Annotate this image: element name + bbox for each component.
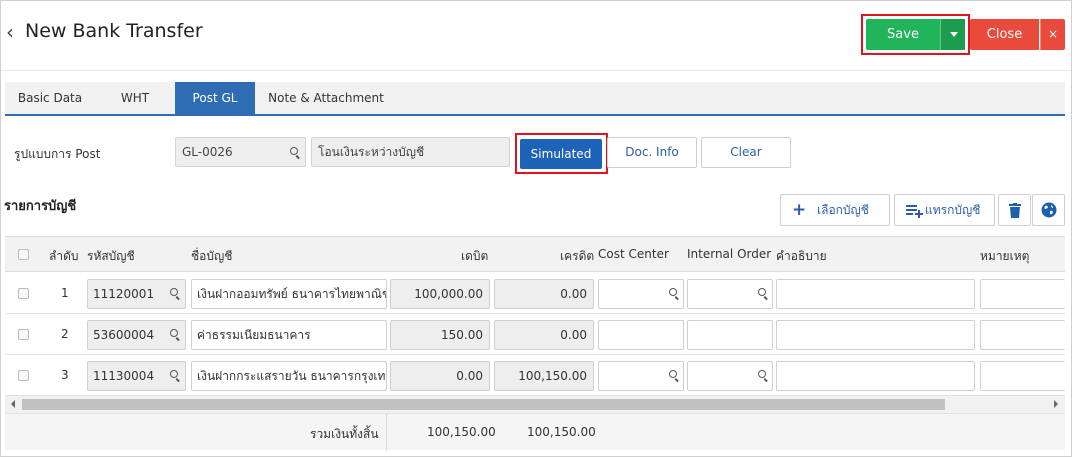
row-checkbox[interactable] — [18, 329, 29, 340]
row-checkbox[interactable] — [18, 370, 29, 381]
row-seq: 2 — [61, 327, 69, 341]
scroll-right-icon[interactable] — [1054, 400, 1058, 408]
horizontal-scrollbar[interactable] — [5, 396, 1065, 413]
remark-input[interactable] — [980, 320, 1065, 350]
close-icon[interactable]: × — [1040, 19, 1065, 50]
table-row: 1 11120001 เงินฝากออมทรัพย์ ธนาคารไทยพาณ… — [5, 273, 1065, 314]
remark-input[interactable] — [980, 361, 1065, 391]
select-account-button[interactable]: + เลือกบัญชี — [780, 194, 890, 226]
account-code-input[interactable]: 11130004 — [87, 361, 186, 391]
post-code-value: GL-0026 — [182, 145, 233, 159]
account-name-field: ค่าธรรมเนียมธนาคาร — [191, 320, 387, 350]
account-name-field: เงินฝากกระแสรายวัน ธนาคารกรุงเทพ — [191, 361, 387, 391]
col-description: คำอธิบาย — [776, 249, 827, 263]
tab-post-gl[interactable]: Post GL — [175, 82, 255, 114]
col-code: รหัสบัญชี — [87, 249, 135, 263]
remark-input[interactable] — [980, 279, 1065, 309]
insert-account-label: แทรกบัญชี — [925, 203, 981, 217]
globe-icon — [1041, 202, 1057, 218]
save-button[interactable]: Save — [866, 19, 940, 50]
internal-order-input[interactable] — [687, 320, 773, 350]
col-cost-center: Cost Center — [598, 247, 669, 261]
account-code-input[interactable]: 53600004 — [87, 320, 186, 350]
post-code-input[interactable]: GL-0026 — [175, 137, 306, 167]
account-code-value: 53600004 — [93, 328, 155, 342]
col-internal-order: Internal Order — [687, 247, 772, 261]
close-button[interactable]: Close — [970, 19, 1039, 50]
description-input[interactable] — [776, 320, 975, 350]
col-seq: ลำดับ — [49, 249, 79, 263]
col-credit: เครดิต — [560, 249, 595, 263]
account-name-field: เงินฝากออมทรัพย์ ธนาคารไทยพาณิชย์ — [191, 279, 387, 309]
cost-center-input[interactable] — [598, 361, 684, 391]
clear-button[interactable]: Clear — [701, 137, 791, 168]
debit-field: 150.00 — [390, 320, 490, 350]
total-debit: 100,150.00 — [427, 425, 496, 439]
debit-field: 0.00 — [390, 361, 490, 391]
search-icon[interactable] — [170, 329, 182, 341]
search-icon[interactable] — [170, 288, 182, 300]
trash-icon — [1009, 203, 1021, 218]
tab-note-attachment[interactable]: Note & Attachment — [255, 82, 397, 114]
totals-label: รวมเงินทั้งสิ้น — [310, 427, 379, 441]
internal-order-input[interactable] — [687, 361, 773, 391]
credit-field: 0.00 — [494, 279, 594, 309]
cost-center-input[interactable] — [598, 279, 684, 309]
save-dropdown-button[interactable] — [940, 19, 965, 50]
back-arrow-icon[interactable]: ‹ — [6, 22, 20, 42]
cost-center-input[interactable] — [598, 320, 684, 350]
header-divider — [1, 70, 1071, 71]
select-account-label: เลือกบัญชี — [817, 203, 869, 217]
row-checkbox[interactable] — [18, 288, 29, 299]
search-icon[interactable] — [669, 370, 681, 382]
post-name-value: โอนเงินระหว่างบัญชี — [318, 145, 425, 159]
credit-field: 0.00 — [494, 320, 594, 350]
account-code-input[interactable]: 11120001 — [87, 279, 186, 309]
search-icon[interactable] — [170, 370, 182, 382]
simulated-button[interactable]: Simulated — [520, 139, 602, 169]
description-input[interactable] — [776, 279, 975, 309]
tab-wht[interactable]: WHT — [101, 82, 169, 114]
total-credit: 100,150.00 — [527, 425, 596, 439]
col-debit: เดบิต — [461, 249, 489, 263]
description-input[interactable] — [776, 361, 975, 391]
tab-bar: Basic Data WHT Post GL Note & Attachment — [5, 82, 1065, 116]
row-seq: 3 — [61, 368, 69, 382]
internal-order-input[interactable] — [687, 279, 773, 309]
section-title: รายการบัญชี — [4, 199, 77, 214]
search-icon[interactable] — [290, 147, 302, 159]
delete-button[interactable] — [998, 194, 1031, 226]
insert-account-button[interactable]: แทรกบัญชี — [894, 194, 995, 226]
account-code-value: 11130004 — [93, 369, 155, 383]
post-name-input: โอนเงินระหว่างบัญชี — [311, 137, 510, 167]
table-header: ลำดับ รหัสบัญชี ชื่อบัญชี เดบิต เครดิต C… — [5, 236, 1065, 272]
tab-basic-data[interactable]: Basic Data — [5, 82, 95, 114]
scroll-left-icon[interactable] — [11, 400, 15, 408]
debit-field: 100,000.00 — [390, 279, 490, 309]
credit-field: 100,150.00 — [494, 361, 594, 391]
search-icon[interactable] — [758, 370, 770, 382]
page-title: New Bank Transfer — [25, 20, 203, 42]
row-seq: 1 — [61, 286, 69, 300]
scrollbar-thumb[interactable] — [22, 399, 945, 410]
totals-row: รวมเงินทั้งสิ้น 100,150.00 100,150.00 — [5, 413, 1065, 451]
plus-icon: + — [792, 200, 807, 220]
totals-divider — [386, 414, 387, 451]
select-all-checkbox[interactable] — [18, 249, 29, 260]
insert-list-icon — [906, 205, 923, 218]
col-name: ชื่อบัญชี — [191, 249, 233, 263]
table-row: 2 53600004 ค่าธรรมเนียมธนาคาร 150.00 0.0… — [5, 314, 1065, 355]
search-icon[interactable] — [758, 288, 770, 300]
doc-info-button[interactable]: Doc. Info — [607, 137, 697, 168]
table-row: 3 11130004 เงินฝากกระแสรายวัน ธนาคารกรุง… — [5, 355, 1065, 396]
search-icon[interactable] — [669, 288, 681, 300]
post-format-label: รูปแบบการ Post — [14, 147, 101, 161]
globe-button[interactable] — [1032, 194, 1065, 226]
col-remark: หมายเหตุ — [980, 249, 1030, 263]
account-code-value: 11120001 — [93, 287, 155, 301]
caret-down-icon — [950, 32, 958, 37]
